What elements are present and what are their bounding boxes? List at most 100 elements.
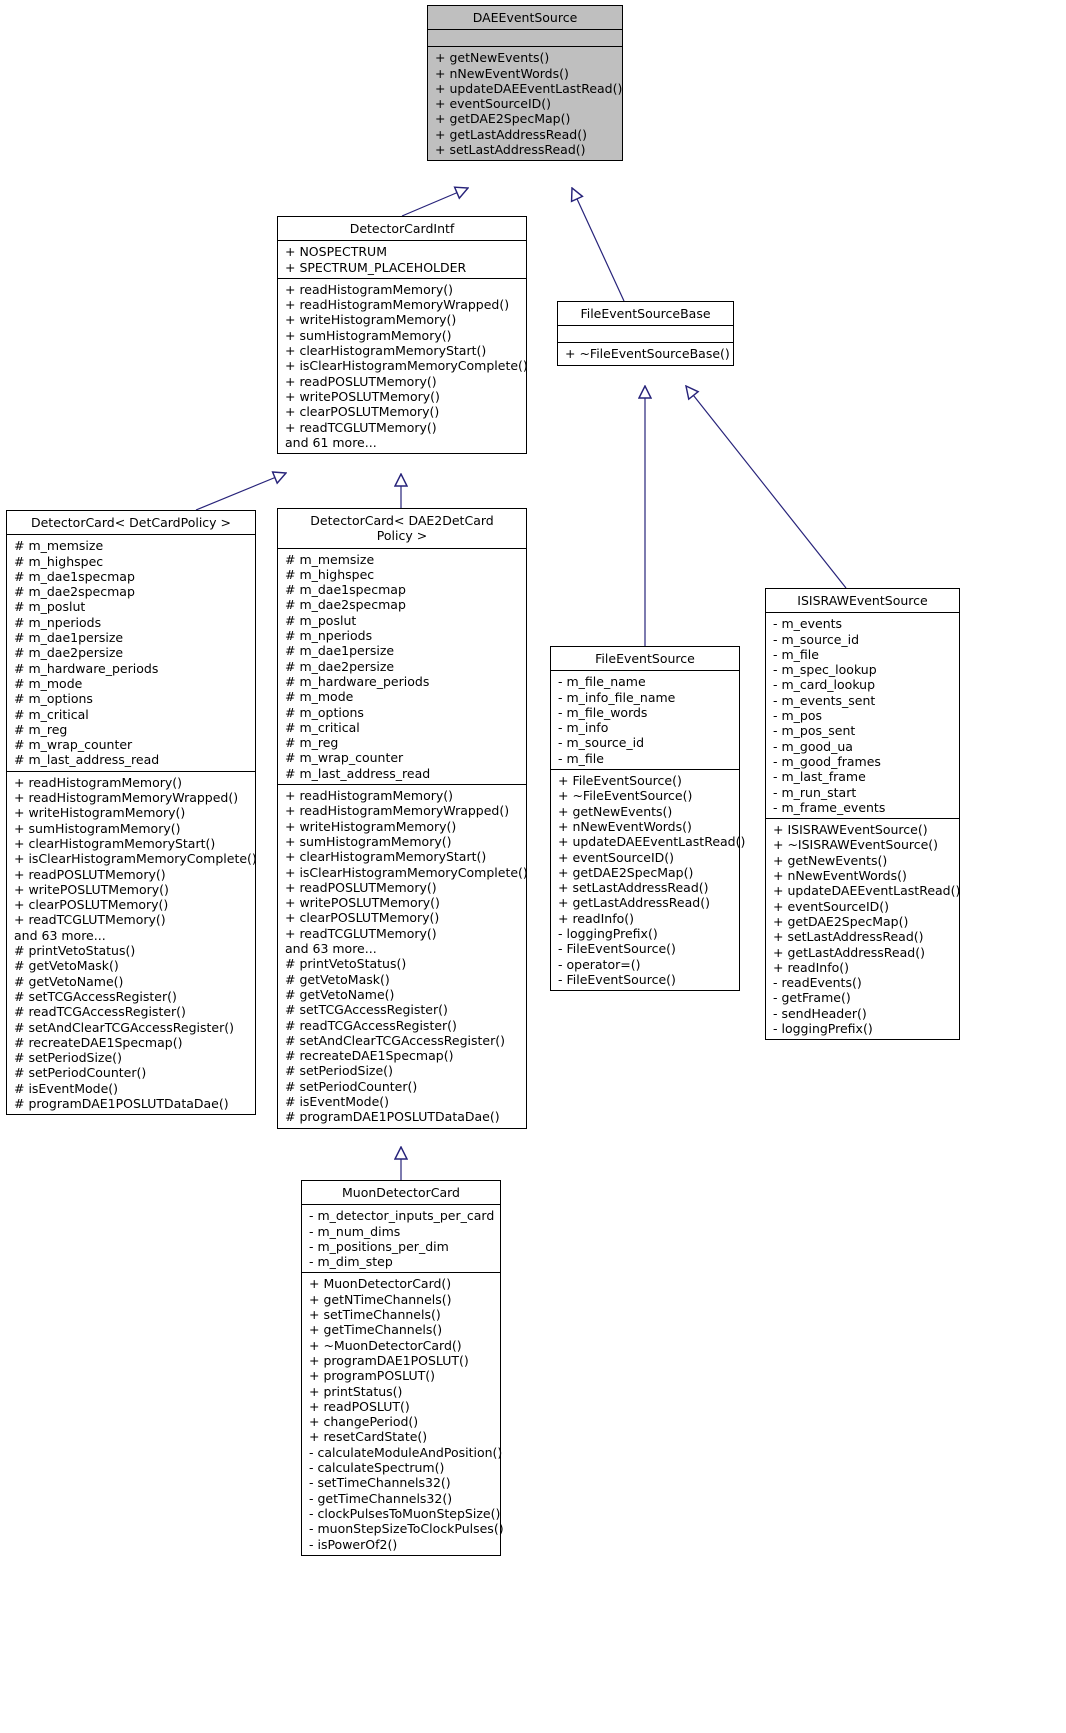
class-node-isisraweventsource[interactable]: ISISRAWEventSource - m_events - m_source_… <box>765 588 961 1041</box>
class-member-row: + ISISRAWEventSource() <box>773 822 928 838</box>
class-member-row: # programDAE1POSLUTDataDae() <box>14 1095 229 1111</box>
class-node-detectorcard-detcardpolicy[interactable]: DetectorCard< DetCardPolicy > # m_memsiz… <box>6 510 257 1116</box>
class-member-row: # m_dae2specmap <box>285 597 406 613</box>
class-member-row: # getVetoName() <box>285 986 395 1002</box>
class-member-row: # m_critical <box>14 706 89 722</box>
class-member-row: and 61 more... <box>285 434 377 450</box>
class-member-row: - setTimeChannels32() <box>309 1475 451 1491</box>
class-member-row: # setPeriodSize() <box>285 1063 393 1079</box>
class-member-row: - calculateModuleAndPosition() <box>309 1444 503 1460</box>
class-member-row: # getVetoMask() <box>285 971 390 987</box>
class-member-row: # setAndClearTCGAccessRegister() <box>285 1032 505 1048</box>
class-member-row: + readTCGLUTMemory() <box>14 912 166 928</box>
class-member-row: + writeHistogramMemory() <box>14 805 186 821</box>
class-member-row: + getNewEvents() <box>558 803 673 819</box>
class-member-row: + ~MuonDetectorCard() <box>309 1337 462 1353</box>
class-member-row: + MuonDetectorCard() <box>309 1276 452 1292</box>
class-member-row: + readHistogramMemoryWrapped() <box>285 297 510 313</box>
class-member-row: # m_dae2specmap <box>14 584 135 600</box>
class-member-row: # recreateDAE1Specmap() <box>285 1048 454 1064</box>
class-member-row: + setLastAddressRead() <box>558 880 709 896</box>
class-member-row: + readHistogramMemory() <box>14 774 183 790</box>
class-member-row: + updateDAEEventLastRead() <box>773 883 961 899</box>
class-node-daeeventsource[interactable]: DAEEventSource + getNewEvents() + nNewEve… <box>427 5 623 162</box>
class-member-row: # printVetoStatus() <box>285 956 407 972</box>
class-member-row: # m_highspec <box>14 553 104 569</box>
class-attributes: + NOSPECTRUM + SPECTRUM_PLACEHOLDER <box>278 241 526 279</box>
class-member-row: # m_options <box>285 704 364 720</box>
class-member-row: - m_good_ua <box>773 738 853 754</box>
class-member-row: - m_dim_step <box>309 1254 393 1270</box>
class-member-row: - m_positions_per_dim <box>309 1238 449 1254</box>
class-member-row: + setLastAddressRead() <box>773 929 924 945</box>
class-title: DAEEventSource <box>428 6 622 31</box>
class-member-row: + getNewEvents() <box>435 50 550 66</box>
class-attributes: - m_file_name - m_info_file_name - m_file_… <box>551 671 739 771</box>
class-member-row: # getVetoName() <box>14 973 124 989</box>
class-member-row: - m_info_file_name <box>558 689 676 705</box>
class-title: ISISRAWEventSource <box>766 589 959 614</box>
class-member-row: # m_critical <box>285 719 360 735</box>
class-member-row: + setLastAddressRead() <box>435 142 586 158</box>
class-member-row: - m_pos <box>773 708 823 724</box>
class-member-row: + eventSourceID() <box>558 849 675 865</box>
class-member-row: + getDAE2SpecMap() <box>435 111 571 127</box>
class-member-row: - m_file_name <box>558 674 646 690</box>
class-member-row: # m_hardware_periods <box>14 660 159 676</box>
class-member-row: - m_file_words <box>558 704 648 720</box>
class-member-row: # m_dae2persize <box>285 658 395 674</box>
class-member-row: # setAndClearTCGAccessRegister() <box>14 1019 234 1035</box>
class-member-row: - m_run_start <box>773 784 857 800</box>
class-member-row: + clearPOSLUTMemory() <box>14 897 169 913</box>
class-member-row: + writePOSLUTMemory() <box>285 388 440 404</box>
class-member-row: - m_events <box>773 616 843 632</box>
class-member-row: # m_mode <box>14 675 83 691</box>
class-diagram-canvas: DAEEventSource + getNewEvents() + nNewEve… <box>0 0 1066 1733</box>
class-member-row: # m_dae1persize <box>14 630 124 646</box>
class-member-row: # m_mode <box>285 689 354 705</box>
class-attributes: - m_detector_inputs_per_card - m_num_dims… <box>302 1205 500 1274</box>
class-title: DetectorCard< DAE2DetCard Policy > <box>278 509 526 549</box>
class-member-row: + programPOSLUT() <box>309 1368 435 1384</box>
class-member-row: - calculateSpectrum() <box>309 1460 445 1476</box>
class-member-row: + sumHistogramMemory() <box>14 820 181 836</box>
class-member-row: - getFrame() <box>773 990 851 1006</box>
class-member-row: # m_options <box>14 691 93 707</box>
class-member-row: # getVetoMask() <box>14 958 119 974</box>
class-member-row: + isClearHistogramMemoryComplete() <box>285 358 528 374</box>
class-member-row: + clearHistogramMemoryStart() <box>285 849 487 865</box>
class-member-row: and 63 more... <box>14 927 106 943</box>
class-methods: + MuonDetectorCard() + getNTimeChannels()… <box>302 1273 504 1554</box>
class-member-row: + readInfo() <box>773 959 850 975</box>
class-member-row: - m_card_lookup <box>773 677 876 693</box>
class-member-row: # m_last_address_read <box>14 752 160 768</box>
class-member-row: # m_dae1specmap <box>14 568 135 584</box>
class-member-row: + updateDAEEventLastRead() <box>558 834 746 850</box>
class-member-row: # m_poslut <box>14 599 86 615</box>
class-member-row: # m_dae1persize <box>285 643 395 659</box>
class-node-detectorcardintf[interactable]: DetectorCardIntf + NOSPECTRUM + SPECTRUM_… <box>277 216 528 455</box>
class-member-row: # m_reg <box>14 721 68 737</box>
class-member-row: # m_reg <box>285 735 339 751</box>
class-title: DetectorCardIntf <box>278 217 526 242</box>
edge-fileeventsourcebase-to-daeeventsource <box>572 188 625 302</box>
class-member-row: # m_nperiods <box>14 614 102 630</box>
class-node-muondetectorcard[interactable]: MuonDetectorCard - m_detector_inputs_per… <box>301 1180 504 1556</box>
class-node-fileeventsourcebase[interactable]: FileEventSourceBase + ~FileEventSourceBa… <box>557 301 734 366</box>
class-methods: + ~FileEventSourceBase() <box>558 343 733 364</box>
class-member-row: # m_wrap_counter <box>14 737 133 753</box>
class-member-row: + getDAE2SpecMap() <box>558 864 694 880</box>
class-member-row: - operator=() <box>558 956 641 972</box>
class-member-row: + nNewEventWords() <box>773 868 907 884</box>
class-member-row: - loggingPrefix() <box>773 1021 873 1037</box>
class-member-row: + readInfo() <box>558 910 635 926</box>
edge-isisraweventsource-to-fileeventsourcebase <box>686 386 847 589</box>
class-member-row: + clearPOSLUTMemory() <box>285 404 440 420</box>
class-node-fileeventsource[interactable]: FileEventSource - m_file_name - m_info_fi… <box>550 646 746 992</box>
class-member-row: + readHistogramMemoryWrapped() <box>14 790 239 806</box>
class-member-row: + eventSourceID() <box>435 96 552 112</box>
class-member-row: # setTCGAccessRegister() <box>285 1002 448 1018</box>
class-member-row: and 63 more... <box>285 941 377 957</box>
class-node-detectorcard-dae2detcardpolicy[interactable]: DetectorCard< DAE2DetCard Policy > # m_m… <box>277 508 528 1129</box>
class-member-row: + readPOSLUTMemory() <box>285 879 437 895</box>
